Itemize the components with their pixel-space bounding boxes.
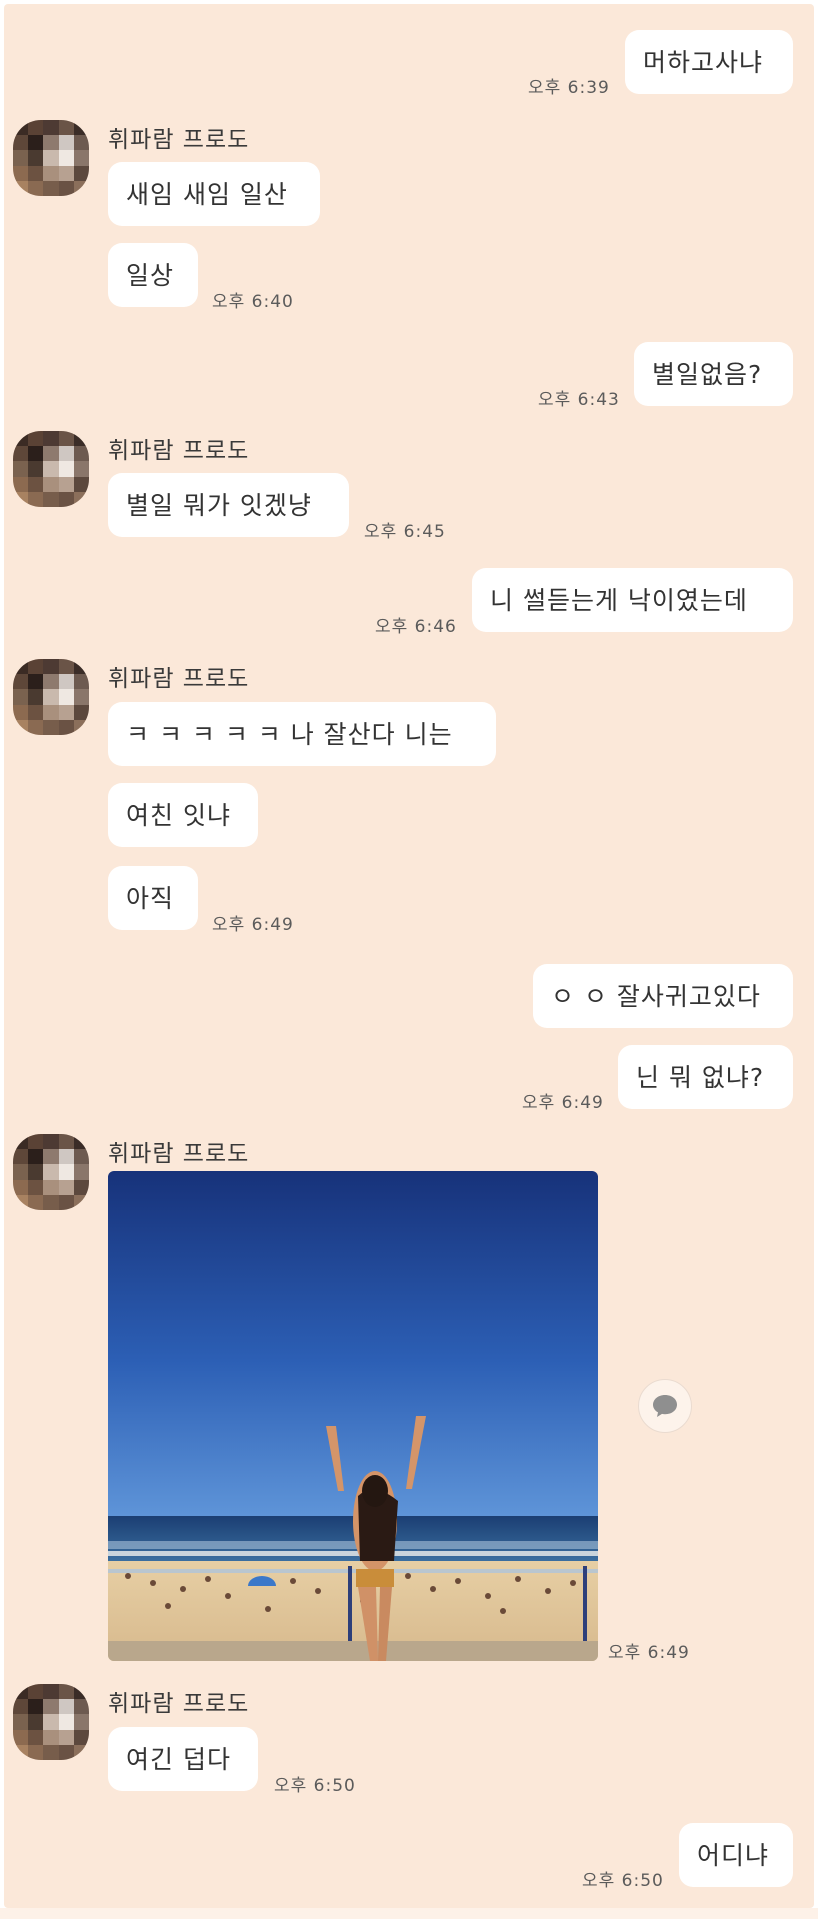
friend-avatar[interactable]	[13, 120, 89, 196]
message-time: 오후 6:40	[212, 292, 294, 312]
my-message-bubble[interactable]: 니 썰듣는게 낙이였는데	[472, 568, 793, 632]
sender-name: 휘파람 프로도	[108, 438, 250, 464]
message-time: 오후 6:49	[212, 915, 294, 935]
message-time: 오후 6:50	[582, 1871, 664, 1891]
message-time: 오후 6:49	[522, 1093, 604, 1113]
friend-message-bubble[interactable]: 일상	[108, 243, 198, 307]
my-message-bubble[interactable]: 머하고사냐	[625, 30, 793, 94]
my-message-bubble[interactable]: 닌 뭐 없냐?	[618, 1045, 793, 1109]
friend-message-bubble[interactable]: 아직	[108, 866, 198, 930]
beach-photo-illustration	[108, 1171, 598, 1661]
friend-avatar[interactable]	[13, 1684, 89, 1760]
message-time: 오후 6:43	[538, 390, 620, 410]
my-message-bubble[interactable]: ㅇ ㅇ 잘사귀고있다	[533, 964, 793, 1028]
sender-name: 휘파람 프로도	[108, 127, 250, 153]
message-time: 오후 6:39	[528, 78, 610, 98]
message-time: 오후 6:46	[375, 617, 457, 637]
sender-name: 휘파람 프로도	[108, 666, 250, 692]
my-message-bubble[interactable]: 어디냐	[679, 1823, 793, 1887]
friend-message-bubble[interactable]: 별일 뭐가 잇겠냥	[108, 473, 349, 537]
shared-photo[interactable]	[108, 1171, 598, 1661]
friend-message-bubble[interactable]: 여친 잇냐	[108, 783, 258, 847]
message-time: 오후 6:49	[608, 1643, 690, 1663]
my-message-bubble[interactable]: 별일없음?	[634, 342, 793, 406]
message-time: 오후 6:45	[364, 522, 446, 542]
message-time: 오후 6:50	[274, 1776, 356, 1796]
chat-bottom-edge	[0, 1908, 818, 1919]
friend-message-bubble[interactable]: 새임 새임 일산	[108, 162, 320, 226]
friend-message-bubble[interactable]: 여긴 덥다	[108, 1727, 258, 1791]
friend-avatar[interactable]	[13, 431, 89, 507]
share-button[interactable]	[638, 1379, 692, 1433]
sender-name: 휘파람 프로도	[108, 1141, 250, 1167]
friend-avatar[interactable]	[13, 659, 89, 735]
friend-avatar[interactable]	[13, 1134, 89, 1210]
speech-bubble-icon	[653, 1395, 677, 1417]
friend-message-bubble[interactable]: ㅋ ㅋ ㅋ ㅋ ㅋ 나 잘산다 니는	[108, 702, 496, 766]
sender-name: 휘파람 프로도	[108, 1691, 250, 1717]
